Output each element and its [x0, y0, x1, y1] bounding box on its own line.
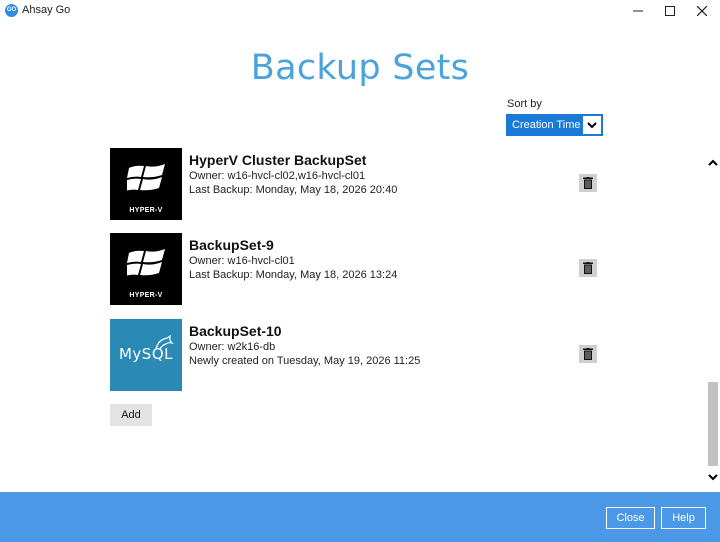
trash-icon	[583, 348, 593, 360]
backup-set-item[interactable]: MySQL BackupSet-10 Owner: w2k16-db Newly…	[110, 319, 610, 391]
trash-icon	[583, 177, 593, 189]
sort-label: Sort by	[507, 98, 542, 110]
backup-set-name[interactable]: BackupSet-9	[189, 237, 274, 253]
delete-button[interactable]	[579, 174, 597, 192]
scrollbar-thumb[interactable]	[708, 382, 718, 466]
add-button[interactable]: Add	[110, 404, 152, 426]
hyperv-tile: HYPER-V	[110, 233, 182, 305]
scroll-down-icon[interactable]	[706, 470, 720, 484]
help-button[interactable]: Help	[661, 507, 706, 529]
trash-icon	[583, 262, 593, 274]
minimize-button[interactable]	[620, 0, 656, 22]
delete-button[interactable]	[579, 345, 597, 363]
footer-bar: Close Help	[0, 492, 720, 542]
maximize-button[interactable]	[652, 0, 688, 22]
sort-dropdown[interactable]: Creation Time	[506, 114, 603, 136]
backup-set-name[interactable]: BackupSet-10	[189, 323, 282, 339]
windows-logo-icon	[127, 164, 165, 191]
window-title: Ahsay Go	[22, 4, 71, 16]
delete-button[interactable]	[579, 259, 597, 277]
maximize-icon	[665, 6, 675, 16]
minimize-icon	[633, 10, 643, 12]
chevron-down-icon	[582, 115, 602, 135]
title-bar: GO Ahsay Go	[0, 0, 720, 22]
mysql-tile: MySQL	[110, 319, 182, 391]
backup-set-name[interactable]: HyperV Cluster BackupSet	[189, 152, 366, 168]
close-icon	[697, 6, 707, 16]
windows-logo-icon	[127, 249, 165, 276]
tile-caption: HYPER-V	[129, 207, 163, 214]
backup-set-item[interactable]: HYPER-V HyperV Cluster BackupSet Owner: …	[110, 148, 610, 220]
backup-set-status: Last Backup: Monday, May 18, 2026 20:40	[189, 184, 398, 196]
backup-set-status: Newly created on Tuesday, May 19, 2026 1…	[189, 355, 421, 367]
tile-caption: HYPER-V	[129, 292, 163, 299]
close-window-button[interactable]	[684, 0, 720, 22]
page-title: Backup Sets	[250, 48, 470, 88]
app-logo-icon: GO	[5, 4, 18, 17]
backup-set-owner: Owner: w2k16-db	[189, 341, 276, 353]
backup-set-item[interactable]: HYPER-V BackupSet-9 Owner: w16-hvcl-cl01…	[110, 233, 610, 305]
scroll-up-icon[interactable]	[706, 155, 720, 169]
mysql-logo-text: MySQL	[118, 345, 173, 363]
hyperv-tile: HYPER-V	[110, 148, 182, 220]
backup-set-owner: Owner: w16-hvcl-cl02,w16-hvcl-cl01	[189, 170, 366, 182]
sort-selected-value: Creation Time	[512, 119, 581, 131]
backup-set-status: Last Backup: Monday, May 18, 2026 13:24	[189, 269, 398, 281]
close-button[interactable]: Close	[606, 507, 655, 529]
backup-set-owner: Owner: w16-hvcl-cl01	[189, 255, 295, 267]
